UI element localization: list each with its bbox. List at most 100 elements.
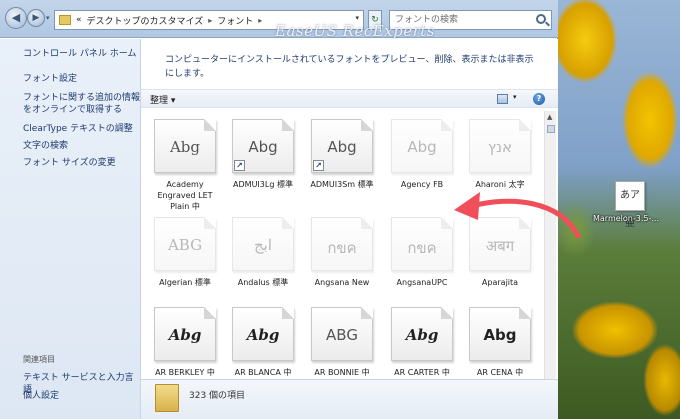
font-item[interactable]: अबग Aparajita bbox=[462, 217, 538, 288]
organize-menu-button[interactable]: 整理 ▾ bbox=[150, 93, 175, 106]
font-name: Agency FB bbox=[400, 180, 444, 189]
font-name: ADMUI3Lg 標準 bbox=[233, 180, 293, 189]
shortcut-arrow-icon: ↗ bbox=[234, 160, 245, 171]
content-pane: コンピューターにインストールされているフォントをプレビュー、削除、表示または非表… bbox=[141, 39, 558, 419]
font-item[interactable]: Abg ↗ ADMUI3Sm 標準 bbox=[304, 119, 380, 190]
font-name: AR BONNIE 中 bbox=[314, 368, 370, 377]
control-panel-home-link[interactable]: コントロール パネル ホーム bbox=[23, 48, 136, 60]
command-bar: 整理 ▾ ▾ ? bbox=[141, 89, 558, 108]
address-prefix: « bbox=[76, 15, 82, 25]
folder-icon bbox=[59, 15, 71, 25]
font-file-icon: Abg ↗ bbox=[311, 119, 373, 173]
folder-icon bbox=[155, 384, 179, 412]
cleartype-tuning-link[interactable]: ClearType テキストの調整 bbox=[23, 123, 133, 135]
font-name: Aparajita bbox=[481, 278, 519, 287]
font-name: ADMUI3Sm 標準 bbox=[310, 180, 374, 189]
font-item[interactable]: ABG AR BONNIE 中 bbox=[304, 307, 380, 378]
breadcrumb-item[interactable]: デスクトップのカスタマイズ bbox=[87, 14, 204, 27]
scroll-up-icon[interactable]: ▲ bbox=[547, 113, 552, 121]
view-dropdown-icon[interactable]: ▾ bbox=[513, 93, 517, 101]
address-dropdown-icon[interactable]: ▾ bbox=[355, 14, 359, 22]
font-file-icon: กขค bbox=[311, 217, 373, 271]
font-sample: Abg bbox=[169, 138, 201, 156]
get-more-fonts-online-link[interactable]: フォントに関する追加の情報 をオンラインで取得する bbox=[23, 92, 140, 116]
help-icon[interactable]: ? bbox=[533, 93, 545, 105]
font-file-glyph: あア亜 bbox=[615, 181, 645, 229]
font-name: AR BERKLEY 中 bbox=[155, 368, 215, 377]
font-file-icon: अबग bbox=[469, 217, 531, 271]
change-font-size-link[interactable]: フォント サイズの変更 bbox=[23, 157, 116, 169]
breadcrumb-separator[interactable]: ▸ bbox=[208, 16, 212, 25]
font-item[interactable]: กขค AngsanaUPC bbox=[384, 217, 460, 288]
recording-watermark: EaseUS RecExperts bbox=[275, 22, 436, 40]
font-name: AR BLANCA 中 bbox=[234, 368, 292, 377]
font-file-icon: אנץ bbox=[469, 119, 531, 173]
font-item[interactable]: Abg ↗ ADMUI3Lg 標準 bbox=[225, 119, 301, 190]
find-character-link[interactable]: 文字の検索 bbox=[23, 140, 68, 152]
forward-button[interactable]: ▶ bbox=[27, 9, 45, 27]
font-file-icon: Abg bbox=[154, 307, 216, 361]
font-item[interactable]: ابج Andalus 標準 bbox=[225, 217, 301, 288]
font-sample: ابج bbox=[253, 236, 273, 254]
font-sample: Abg bbox=[168, 326, 202, 344]
search-icon[interactable] bbox=[536, 14, 546, 24]
explorer-window: ◀ ▶ ▾ « デスクトップのカスタマイズ ▸ フォント ▸ ▾ ↻ EaseU… bbox=[0, 0, 558, 419]
font-sample: กขค bbox=[407, 239, 437, 257]
address-bar-area: ◀ ▶ ▾ « デスクトップのカスタマイズ ▸ フォント ▸ ▾ ↻ EaseU… bbox=[0, 0, 558, 40]
font-sample: ABG bbox=[326, 326, 358, 344]
font-sample: Abg bbox=[246, 326, 280, 344]
change-view-icon[interactable] bbox=[497, 94, 508, 104]
font-file-icon: Abg bbox=[391, 307, 453, 361]
font-item[interactable]: ABG Algerian 標準 bbox=[147, 217, 223, 288]
font-file-icon: ابج bbox=[232, 217, 294, 271]
details-pane: 323 個の項目 bbox=[141, 379, 558, 419]
back-button[interactable]: ◀ bbox=[5, 7, 27, 29]
see-also-heading: 関連項目 bbox=[23, 355, 55, 364]
font-item[interactable]: Abg Agency FB bbox=[384, 119, 460, 190]
font-item[interactable]: Abg AR CENA 中 bbox=[462, 307, 538, 378]
desktop-font-file-icon[interactable]: あア亜 Marmelon-3.5-... bbox=[593, 181, 660, 229]
font-file-icon: ABG bbox=[154, 217, 216, 271]
breadcrumb-separator[interactable]: ▸ bbox=[258, 16, 262, 25]
font-name: AR CARTER 中 bbox=[394, 368, 450, 377]
font-sample: Abg bbox=[248, 138, 278, 156]
font-settings-link[interactable]: フォント設定 bbox=[23, 73, 77, 85]
vertical-scrollbar[interactable]: ▲ bbox=[544, 111, 556, 379]
font-file-icon: กขค bbox=[391, 217, 453, 271]
font-file-icon: Abg bbox=[469, 307, 531, 361]
font-file-icon: Abg bbox=[154, 119, 216, 173]
font-name: Algerian 標準 bbox=[159, 278, 211, 287]
shortcut-arrow-icon: ↗ bbox=[313, 160, 324, 171]
font-name: AngsanaUPC bbox=[396, 278, 448, 287]
recent-pages-dropdown[interactable]: ▾ bbox=[46, 14, 50, 22]
font-item[interactable]: กขค Angsana New bbox=[304, 217, 380, 288]
page-description: コンピューターにインストールされているフォントをプレビュー、削除、表示または非表… bbox=[165, 55, 534, 79]
font-name: Andalus 標準 bbox=[237, 278, 289, 287]
font-grid: Abg Academy Engraved LET Plain 中 Abg ↗ ADMUI… bbox=[141, 111, 544, 381]
font-file-icon: Abg bbox=[232, 307, 294, 361]
font-name: Academy Engraved LET Plain 中 bbox=[157, 180, 213, 211]
font-item[interactable]: Abg Academy Engraved LET Plain 中 bbox=[147, 119, 223, 212]
font-sample: กขค bbox=[327, 239, 357, 257]
font-sample: Abg bbox=[327, 138, 357, 156]
font-item[interactable]: אנץ Aharoni 太字 bbox=[462, 119, 538, 190]
font-item[interactable]: Abg AR BLANCA 中 bbox=[225, 307, 301, 378]
desktop-icon-label: Marmelon-3.5-... bbox=[593, 214, 659, 223]
font-sample: Abg bbox=[483, 326, 517, 344]
font-sample: ABG bbox=[167, 236, 203, 254]
font-sample: Abg bbox=[405, 326, 439, 344]
font-item[interactable]: Abg AR BERKLEY 中 bbox=[147, 307, 223, 378]
breadcrumb-item[interactable]: フォント bbox=[217, 14, 253, 27]
item-count: 323 個の項目 bbox=[189, 391, 246, 401]
font-name: Aharoni 太字 bbox=[475, 180, 525, 189]
font-name: Angsana New bbox=[314, 278, 370, 287]
font-item[interactable]: Abg AR CARTER 中 bbox=[384, 307, 460, 378]
font-file-icon: ABG bbox=[311, 307, 373, 361]
font-file-icon: Abg bbox=[391, 119, 453, 173]
font-name: AR CENA 中 bbox=[476, 368, 524, 377]
personalization-link[interactable]: 個人設定 bbox=[23, 390, 59, 402]
font-sample: अबग bbox=[485, 237, 515, 255]
font-sample: Abg bbox=[407, 138, 437, 156]
scroll-thumb[interactable] bbox=[547, 125, 555, 133]
font-file-icon: Abg ↗ bbox=[232, 119, 294, 173]
